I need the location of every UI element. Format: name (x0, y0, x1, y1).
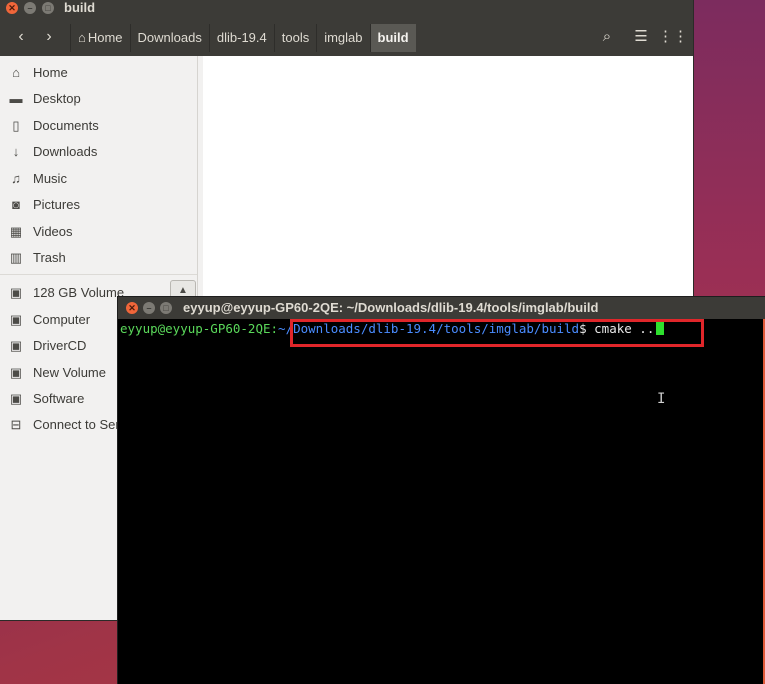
crumb-downloads[interactable]: Downloads (129, 24, 209, 52)
terminal-titlebar[interactable]: ✕ – □ eyyup@eyyup-GP60-2QE: ~/Downloads/… (118, 297, 765, 319)
terminal-title: eyyup@eyyup-GP60-2QE: ~/Downloads/dlib-1… (183, 300, 599, 315)
trash-icon: ▥ (9, 250, 23, 265)
file-manager-toolbar: ‹ › ⌂ Home Downloads dlib-19.4 tools imgl… (0, 18, 693, 56)
sidebar-item-trash[interactable]: ▥ Trash (0, 245, 197, 271)
breadcrumb: ⌂ Home Downloads dlib-19.4 tools imglab b… (70, 24, 416, 52)
crumb-tools[interactable]: tools (273, 24, 317, 52)
sidebar-item-desktop[interactable]: ▬ Desktop (0, 86, 197, 112)
close-icon[interactable]: ✕ (6, 2, 18, 14)
sidebar-item-videos[interactable]: ▦ Videos (0, 219, 197, 245)
close-icon[interactable]: ✕ (126, 302, 138, 314)
home-icon: ⌂ (12, 65, 20, 80)
drive-icon: ▣ (9, 285, 23, 300)
text-cursor-icon: I (657, 391, 666, 407)
file-manager-titlebar[interactable]: ✕ – □ build (0, 0, 693, 18)
crumb-imglab[interactable]: imglab (316, 24, 370, 52)
music-icon: ♫ (11, 171, 21, 186)
crumb-home[interactable]: ⌂ Home (70, 24, 130, 52)
drive-icon: ▣ (9, 365, 23, 380)
grid-view-icon[interactable]: ⋮⋮ (658, 24, 688, 50)
sidebar-divider (0, 274, 197, 275)
camera-icon: ◙ (12, 197, 20, 212)
crumb-build[interactable]: build (369, 24, 416, 52)
forward-icon[interactable]: › (36, 24, 62, 50)
sidebar-item-home[interactable]: ⌂ Home (0, 60, 197, 86)
network-icon: ⊟ (10, 417, 22, 432)
drive-icon: ▣ (9, 391, 23, 406)
download-icon: ↓ (12, 144, 20, 159)
terminal-window: ✕ – □ eyyup@eyyup-GP60-2QE: ~/Downloads/… (118, 297, 765, 684)
minimize-icon[interactable]: – (24, 2, 36, 14)
window-title: build (64, 0, 96, 15)
drive-icon: ▣ (9, 338, 23, 353)
crumb-dlib[interactable]: dlib-19.4 (208, 24, 274, 52)
minimize-icon[interactable]: – (143, 302, 155, 314)
back-icon[interactable]: ‹ (8, 24, 34, 50)
maximize-icon[interactable]: □ (160, 302, 172, 314)
sidebar-item-music[interactable]: ♫ Music (0, 166, 197, 192)
document-icon: ▯ (12, 118, 20, 133)
sidebar-item-pictures[interactable]: ◙ Pictures (0, 192, 197, 218)
terminal-body[interactable]: eyyup@eyyup-GP60-2QE:~/Downloads/dlib-19… (118, 319, 765, 684)
drive-icon: ▣ (9, 312, 23, 327)
search-icon[interactable]: ⌕ (592, 24, 622, 50)
sidebar-item-downloads[interactable]: ↓ Downloads (0, 139, 197, 165)
highlight-box (290, 319, 704, 347)
list-view-icon[interactable]: ☰ (626, 24, 656, 50)
prompt-user: eyyup@eyyup-GP60-2QE: (120, 321, 279, 336)
folder-icon: ▬ (9, 91, 23, 106)
video-icon: ▦ (9, 224, 23, 239)
sidebar-item-documents[interactable]: ▯ Documents (0, 113, 197, 139)
maximize-icon[interactable]: □ (42, 2, 54, 14)
home-icon: ⌂ (78, 30, 86, 45)
